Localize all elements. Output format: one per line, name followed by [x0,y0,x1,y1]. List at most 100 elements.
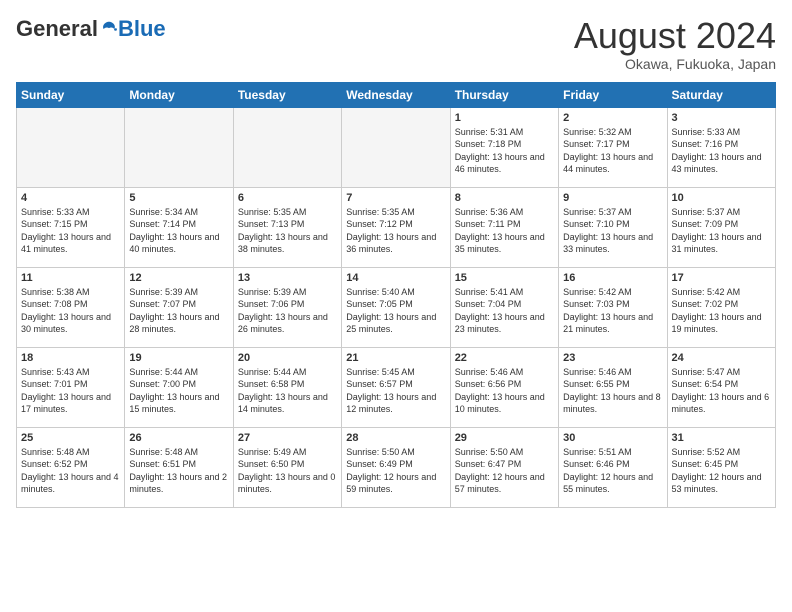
calendar-week-row: 25 Sunrise: 5:48 AMSunset: 6:52 PMDayligh… [17,427,776,507]
calendar-week-row: 1 Sunrise: 5:31 AMSunset: 7:18 PMDaylight… [17,107,776,187]
weekday-header-saturday: Saturday [667,82,775,107]
calendar-cell: 17 Sunrise: 5:42 AMSunset: 7:02 PMDayligh… [667,267,775,347]
day-number: 17 [672,272,771,284]
day-info: Sunrise: 5:40 AMSunset: 7:05 PMDaylight:… [346,286,445,336]
day-number: 14 [346,272,445,284]
day-info: Sunrise: 5:50 AMSunset: 6:47 PMDaylight:… [455,446,554,496]
calendar-cell: 29 Sunrise: 5:50 AMSunset: 6:47 PMDayligh… [450,427,558,507]
day-number: 31 [672,432,771,444]
calendar-cell: 28Sunrise: 5:50 AMSunset: 6:49 PMDayligh… [342,427,450,507]
logo-blue: Blue [118,16,166,42]
day-number: 11 [21,272,120,284]
day-number: 19 [129,352,228,364]
day-number: 12 [129,272,228,284]
day-info: Sunrise: 5:39 AMSunset: 7:06 PMDaylight:… [238,286,337,336]
calendar-cell: 19 Sunrise: 5:44 AMSunset: 7:00 PMDayligh… [125,347,233,427]
day-number: 30 [563,432,662,444]
day-number: 6 [238,192,337,204]
day-info: Sunrise: 5:51 AMSunset: 6:46 PMDaylight:… [563,446,662,496]
day-number: 22 [455,352,554,364]
day-info: Sunrise: 5:36 AMSunset: 7:11 PMDaylight:… [455,206,554,256]
logo-general: General [16,16,98,42]
day-number: 7 [346,192,445,204]
day-info: Sunrise: 5:44 AMSunset: 6:58 PMDaylight:… [238,366,337,416]
calendar-cell: 11 Sunrise: 5:38 AMSunset: 7:08 PMDayligh… [17,267,125,347]
day-number: 5 [129,192,228,204]
calendar-cell: 15 Sunrise: 5:41 AMSunset: 7:04 PMDayligh… [450,267,558,347]
calendar-cell: 5Sunrise: 5:34 AMSunset: 7:14 PMDaylight… [125,187,233,267]
day-info: Sunrise: 5:37 AMSunset: 7:10 PMDaylight:… [563,206,662,256]
day-number: 18 [21,352,120,364]
calendar-cell [233,107,341,187]
day-number: 10 [672,192,771,204]
calendar-week-row: 11 Sunrise: 5:38 AMSunset: 7:08 PMDayligh… [17,267,776,347]
calendar-table: SundayMondayTuesdayWednesdayThursdayFrid… [16,82,776,508]
calendar-week-row: 18 Sunrise: 5:43 AMSunset: 7:01 PMDayligh… [17,347,776,427]
logo-bird-icon [100,20,118,38]
weekday-header-thursday: Thursday [450,82,558,107]
calendar-cell: 9Sunrise: 5:37 AMSunset: 7:10 PMDaylight… [559,187,667,267]
day-number: 20 [238,352,337,364]
calendar-cell: 21 Sunrise: 5:45 AMSunset: 6:57 PMDayligh… [342,347,450,427]
day-info: Sunrise: 5:35 AMSunset: 7:13 PMDaylight:… [238,206,337,256]
month-year-title: August 2024 [574,16,776,56]
day-info: Sunrise: 5:44 AMSunset: 7:00 PMDaylight:… [129,366,228,416]
calendar-cell: 8 Sunrise: 5:36 AMSunset: 7:11 PMDaylight… [450,187,558,267]
weekday-header-monday: Monday [125,82,233,107]
calendar-cell: 26Sunrise: 5:48 AMSunset: 6:51 PMDayligh… [125,427,233,507]
day-info: Sunrise: 5:45 AMSunset: 6:57 PMDaylight:… [346,366,445,416]
calendar-cell: 30 Sunrise: 5:51 AMSunset: 6:46 PMDayligh… [559,427,667,507]
day-number: 4 [21,192,120,204]
day-info: Sunrise: 5:46 AMSunset: 6:56 PMDaylight:… [455,366,554,416]
calendar-cell: 24Sunrise: 5:47 AMSunset: 6:54 PMDayligh… [667,347,775,427]
day-info: Sunrise: 5:46 AMSunset: 6:55 PMDaylight:… [563,366,662,416]
day-number: 1 [455,112,554,124]
day-number: 13 [238,272,337,284]
calendar-cell: 6 Sunrise: 5:35 AMSunset: 7:13 PMDaylight… [233,187,341,267]
day-info: Sunrise: 5:37 AMSunset: 7:09 PMDaylight:… [672,206,771,256]
day-number: 21 [346,352,445,364]
calendar-cell: 31Sunrise: 5:52 AMSunset: 6:45 PMDayligh… [667,427,775,507]
calendar-week-row: 4 Sunrise: 5:33 AMSunset: 7:15 PMDaylight… [17,187,776,267]
calendar-cell: 10 Sunrise: 5:37 AMSunset: 7:09 PMDayligh… [667,187,775,267]
day-number: 2 [563,112,662,124]
weekday-header-tuesday: Tuesday [233,82,341,107]
day-number: 29 [455,432,554,444]
day-number: 3 [672,112,771,124]
weekday-header-friday: Friday [559,82,667,107]
day-info: Sunrise: 5:42 AMSunset: 7:02 PMDaylight:… [672,286,771,336]
day-info: Sunrise: 5:50 AMSunset: 6:49 PMDaylight:… [346,446,445,496]
day-info: Sunrise: 5:32 AMSunset: 7:17 PMDaylight:… [563,126,662,176]
calendar-cell: 23 Sunrise: 5:46 AMSunset: 6:55 PMDayligh… [559,347,667,427]
day-info: Sunrise: 5:47 AMSunset: 6:54 PMDaylight:… [672,366,771,416]
calendar-cell [125,107,233,187]
day-info: Sunrise: 5:48 AMSunset: 6:51 PMDaylight:… [129,446,228,496]
calendar-cell: 18 Sunrise: 5:43 AMSunset: 7:01 PMDayligh… [17,347,125,427]
calendar-cell: 20 Sunrise: 5:44 AMSunset: 6:58 PMDayligh… [233,347,341,427]
calendar-header-row: SundayMondayTuesdayWednesdayThursdayFrid… [17,82,776,107]
day-info: Sunrise: 5:35 AMSunset: 7:12 PMDaylight:… [346,206,445,256]
day-number: 8 [455,192,554,204]
day-info: Sunrise: 5:31 AMSunset: 7:18 PMDaylight:… [455,126,554,176]
location-subtitle: Okawa, Fukuoka, Japan [574,56,776,72]
day-info: Sunrise: 5:39 AMSunset: 7:07 PMDaylight:… [129,286,228,336]
day-number: 23 [563,352,662,364]
weekday-header-wednesday: Wednesday [342,82,450,107]
calendar-cell [17,107,125,187]
calendar-cell: 7 Sunrise: 5:35 AMSunset: 7:12 PMDaylight… [342,187,450,267]
logo: General Blue [16,16,166,42]
day-info: Sunrise: 5:33 AMSunset: 7:15 PMDaylight:… [21,206,120,256]
day-info: Sunrise: 5:43 AMSunset: 7:01 PMDaylight:… [21,366,120,416]
day-info: Sunrise: 5:48 AMSunset: 6:52 PMDaylight:… [21,446,120,496]
title-area: August 2024 Okawa, Fukuoka, Japan [574,16,776,72]
day-number: 15 [455,272,554,284]
day-number: 25 [21,432,120,444]
day-info: Sunrise: 5:38 AMSunset: 7:08 PMDaylight:… [21,286,120,336]
calendar-cell: 4 Sunrise: 5:33 AMSunset: 7:15 PMDaylight… [17,187,125,267]
calendar-cell: 27Sunrise: 5:49 AMSunset: 6:50 PMDayligh… [233,427,341,507]
page-header: General Blue August 2024 Okawa, Fukuoka,… [16,16,776,72]
day-number: 27 [238,432,337,444]
day-info: Sunrise: 5:41 AMSunset: 7:04 PMDaylight:… [455,286,554,336]
weekday-header-sunday: Sunday [17,82,125,107]
calendar-cell: 2 Sunrise: 5:32 AMSunset: 7:17 PMDaylight… [559,107,667,187]
